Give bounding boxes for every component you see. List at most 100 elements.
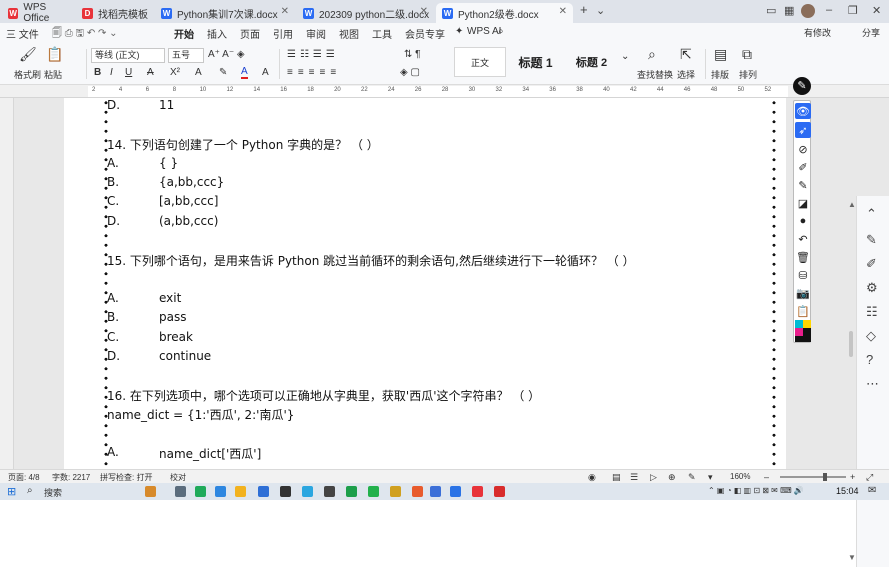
style-normal[interactable]: 正文 bbox=[454, 47, 506, 77]
app-icon[interactable] bbox=[494, 486, 505, 497]
grid-icon[interactable]: ▦ bbox=[784, 4, 794, 17]
play-icon[interactable]: ▷ bbox=[650, 472, 657, 483]
new-tab-button[interactable]: + bbox=[580, 2, 588, 17]
zoom-out-button[interactable]: – bbox=[764, 472, 769, 482]
app-icon[interactable] bbox=[280, 486, 291, 497]
shading-button[interactable]: ◈ ▢ bbox=[400, 67, 420, 78]
document-line[interactable]: D. (a,bb,ccc) bbox=[107, 214, 218, 228]
superscript-button[interactable]: X² bbox=[170, 67, 180, 78]
zoom-slider[interactable] bbox=[780, 476, 846, 478]
paste-label[interactable]: 粘贴 bbox=[44, 68, 62, 81]
edit-pen-icon[interactable]: ✎ bbox=[866, 232, 877, 248]
format-painter-icon[interactable]: 🖌 bbox=[19, 46, 37, 63]
find-icon[interactable]: ⌕ bbox=[648, 46, 656, 63]
tab-doc-3-active[interactable]: W Python2级卷.docx ✕ bbox=[436, 3, 573, 23]
sidebar-collapse-icon[interactable]: ⌃ bbox=[866, 206, 877, 222]
font-size-select[interactable]: 五号 bbox=[168, 48, 204, 63]
document-line[interactable]: A. name_dict['西瓜'] bbox=[107, 445, 261, 461]
menu-review[interactable]: 审阅 bbox=[306, 26, 326, 41]
highlighter-icon[interactable]: ✐ bbox=[795, 159, 811, 175]
no-pen-icon[interactable]: ⊘ bbox=[795, 141, 811, 157]
close-icon[interactable]: ✕ bbox=[559, 6, 567, 17]
document-line[interactable]: A. exit bbox=[107, 291, 181, 305]
dot-icon[interactable]: ● bbox=[795, 213, 811, 229]
eraser-icon[interactable]: ◪ bbox=[795, 195, 811, 211]
zoom-level[interactable]: 160% bbox=[730, 472, 750, 481]
document-line[interactable]: 15. 下列哪个语句，是用来告诉 Python 跳过当前循环的剩余语句,然后继续… bbox=[107, 252, 635, 269]
highlight-button[interactable]: ✎ bbox=[219, 67, 227, 78]
find-replace-label[interactable]: 查找替换 bbox=[637, 68, 673, 81]
align-buttons[interactable]: ≡≡≡≡≡ bbox=[287, 67, 341, 78]
zoom-slider-thumb[interactable] bbox=[823, 473, 827, 481]
font-grow-shrink-icons[interactable]: A⁺ A⁻ ◈ bbox=[208, 49, 245, 60]
color-yellow-swatch[interactable] bbox=[803, 320, 811, 328]
app-icon[interactable] bbox=[430, 486, 441, 497]
avatar[interactable] bbox=[801, 4, 815, 18]
help-icon[interactable]: ? bbox=[866, 352, 873, 367]
close-icon[interactable]: ✕ bbox=[420, 6, 428, 17]
document-line[interactable]: B. {a,bb,ccc} bbox=[107, 175, 224, 189]
menu-page[interactable]: 页面 bbox=[240, 26, 260, 41]
app-icon[interactable] bbox=[390, 486, 401, 497]
menu-reference[interactable]: 引用 bbox=[273, 26, 293, 41]
menu-insert[interactable]: 插入 bbox=[207, 26, 227, 41]
pencil-icon[interactable]: ✐ bbox=[866, 256, 877, 272]
layout-icon[interactable]: ▤ bbox=[714, 46, 727, 63]
style-heading-1[interactable]: 标题 1 bbox=[508, 47, 563, 77]
underline-button[interactable]: U bbox=[125, 67, 132, 78]
page-view-icon[interactable]: ▤ bbox=[612, 472, 621, 483]
char-border-button[interactable]: A bbox=[262, 67, 269, 78]
eye-icon[interactable]: 👁 bbox=[795, 103, 811, 119]
close-icon[interactable]: ✕ bbox=[281, 6, 289, 17]
more-icon[interactable]: ⋯ bbox=[866, 376, 879, 392]
taskbar-search[interactable]: 搜索 bbox=[44, 486, 62, 499]
wps-ai-icon[interactable]: ✦ bbox=[455, 26, 463, 37]
select-label[interactable]: 选择 bbox=[677, 68, 695, 81]
outline-view-icon[interactable]: ☰ bbox=[630, 472, 638, 483]
list-buttons[interactable]: ☰☷☰☰ bbox=[287, 49, 339, 60]
arrange-label[interactable]: 排列 bbox=[739, 68, 757, 81]
color-cyan-swatch[interactable] bbox=[795, 320, 803, 328]
notification-icon[interactable]: ✉ bbox=[868, 485, 876, 496]
app-icon[interactable] bbox=[175, 486, 186, 497]
write-view-icon[interactable]: ✎ bbox=[688, 472, 696, 483]
strikethrough-button[interactable]: A bbox=[147, 67, 154, 78]
file-menu[interactable]: 三 文件 bbox=[6, 26, 39, 41]
search-icon[interactable]: ⌕ bbox=[27, 485, 33, 496]
undo-icon[interactable]: ↶ bbox=[795, 231, 811, 247]
page-indicator[interactable]: 页面: 4/8 bbox=[8, 472, 40, 483]
clipboard-icon[interactable]: 📋 bbox=[795, 303, 811, 319]
search-icon[interactable]: ⌕ bbox=[498, 26, 504, 37]
sort-button[interactable]: ⇅ ¶ bbox=[404, 49, 421, 60]
restore-button[interactable]: ❐ bbox=[848, 4, 858, 17]
app-icon[interactable] bbox=[368, 486, 379, 497]
word-count[interactable]: 字数: 2217 bbox=[52, 472, 90, 483]
tab-doc-1[interactable]: W Python集训7次课.docx ✕ bbox=[155, 3, 295, 23]
document-line[interactable]: D. continue bbox=[107, 349, 211, 363]
document-line[interactable]: 16. 在下列选项中，哪个选项可以正确地从字典里，获取'西瓜'这个字符串？ （ … bbox=[107, 387, 540, 404]
scrollbar-thumb[interactable] bbox=[849, 331, 853, 357]
document-line[interactable]: A. { } bbox=[107, 156, 178, 170]
color-magenta-swatch[interactable] bbox=[795, 328, 803, 336]
app-icon[interactable] bbox=[324, 486, 335, 497]
ruler-scale[interactable]: 2 4 6 8 10 12 14 16 18 20 22 24 26 28 30 32 34 36 38 40 42 44… bbox=[88, 86, 788, 97]
tab-doc-2[interactable]: W 202309 python二级.docx ✕ bbox=[297, 3, 434, 23]
adjust-icon[interactable]: ⚙ bbox=[866, 280, 878, 296]
menu-start[interactable]: 开始 bbox=[174, 26, 194, 45]
italic-button[interactable]: I bbox=[110, 67, 113, 78]
tab-list-chevron-icon[interactable]: ⌄ bbox=[596, 4, 605, 17]
bold-button[interactable]: B bbox=[94, 67, 101, 78]
spell-check-status[interactable]: 拼写检查: 打开 bbox=[100, 472, 152, 483]
zoom-in-button[interactable]: + bbox=[850, 472, 855, 482]
app-icon[interactable] bbox=[195, 486, 206, 497]
app-icon[interactable] bbox=[450, 486, 461, 497]
tab-wps-office[interactable]: W WPS Office bbox=[2, 2, 72, 24]
has-changes-button[interactable]: 有修改 bbox=[804, 26, 831, 39]
menu-member[interactable]: 会员专享 bbox=[405, 26, 445, 41]
quick-access-icons[interactable]: 🗐 ⎙ 🖫 ↶ ↷ ⌄ bbox=[52, 26, 118, 43]
arrange-icon[interactable]: ⧉ bbox=[742, 46, 752, 63]
start-windows-icon[interactable]: ⊞ bbox=[7, 485, 16, 498]
style-heading-2[interactable]: 标题 2 bbox=[564, 47, 619, 77]
pen-icon[interactable]: ✎ bbox=[795, 177, 811, 193]
document-line[interactable]: C. [a,bb,ccc] bbox=[107, 194, 218, 208]
